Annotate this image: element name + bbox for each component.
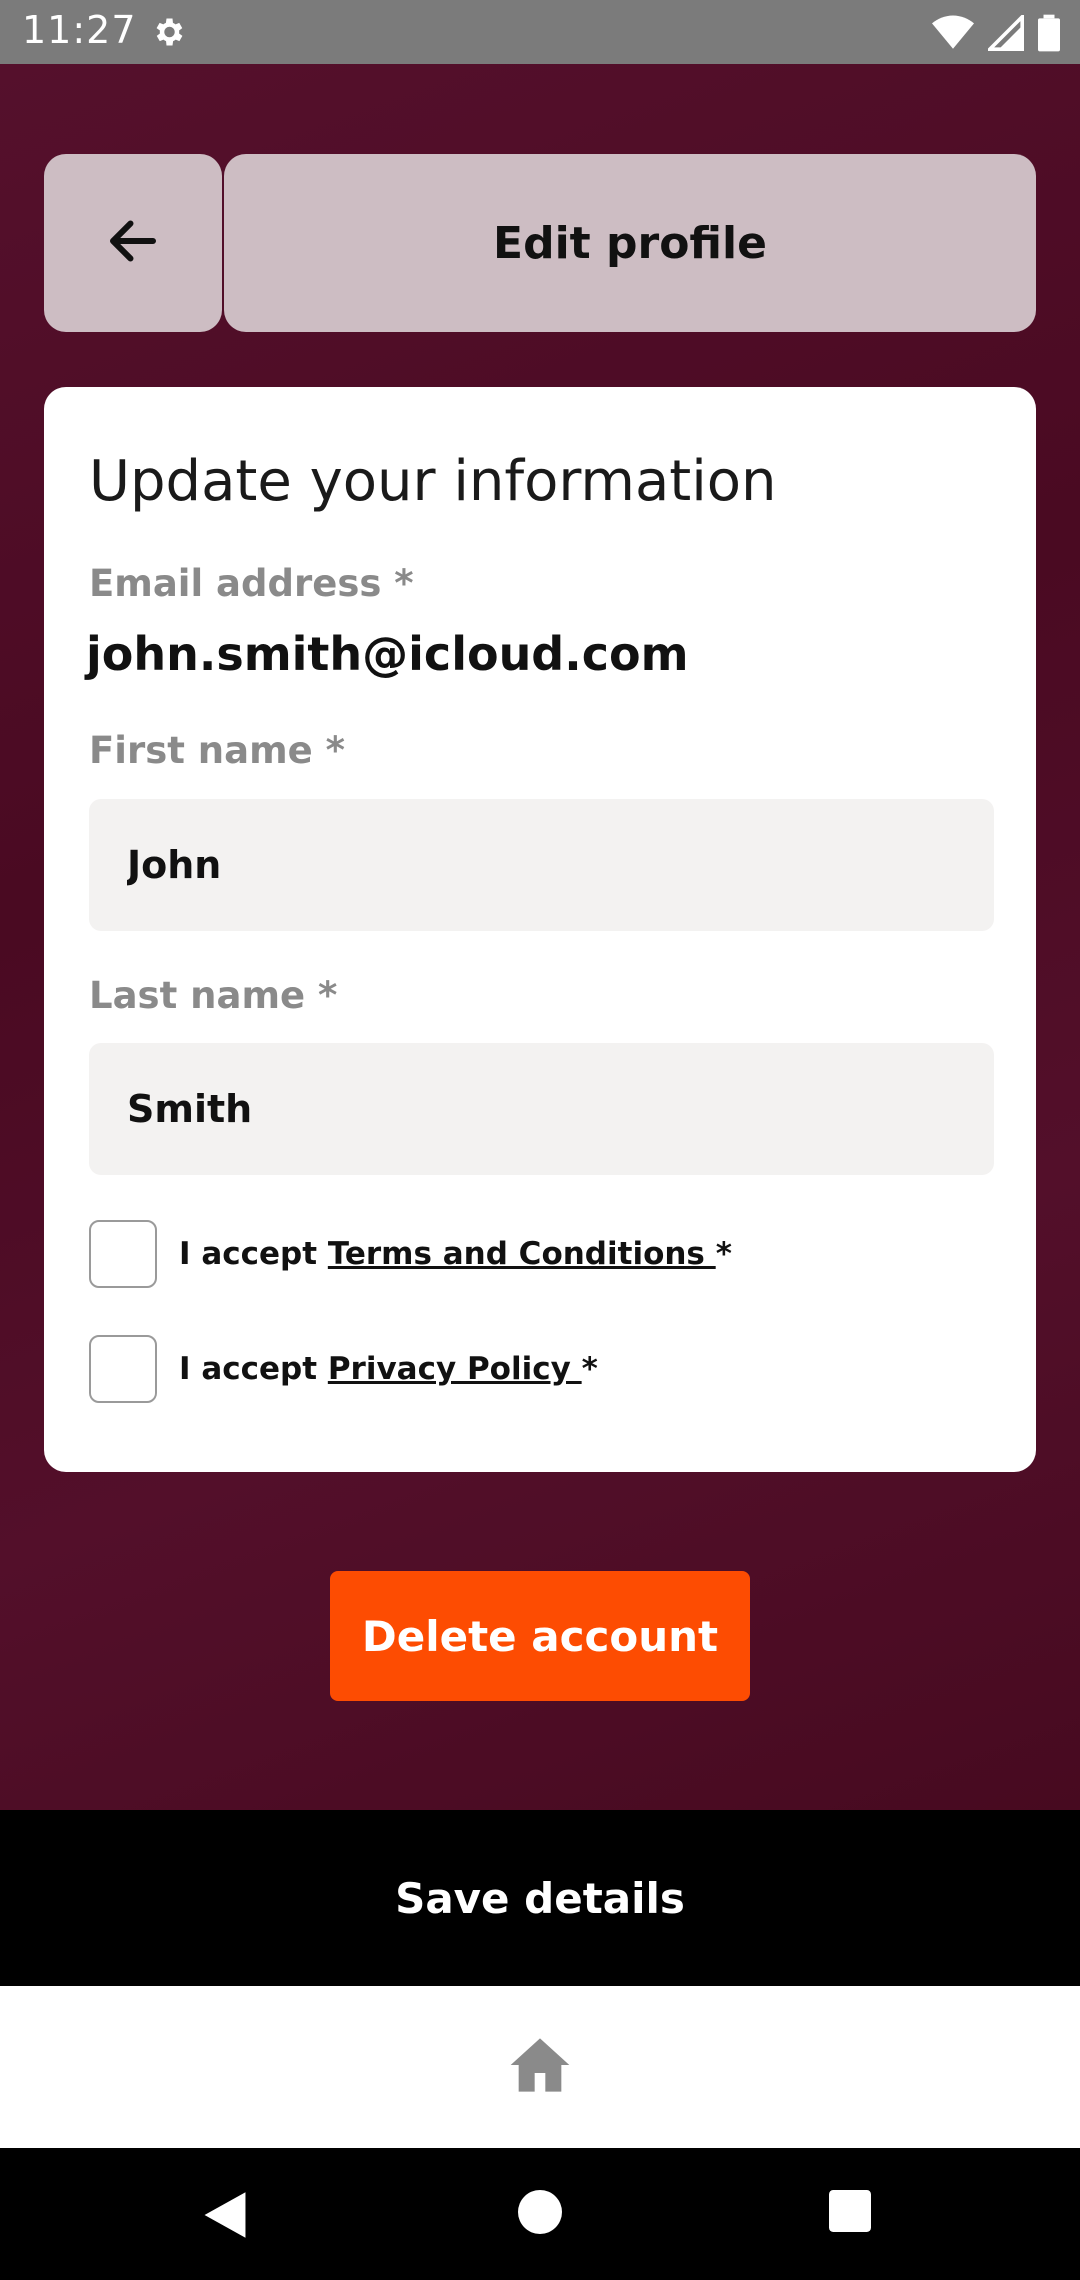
signal-icon — [985, 12, 1024, 55]
privacy-row: I accept Privacy Policy * — [89, 1335, 598, 1403]
status-bar: 11:27 — [0, 0, 1080, 64]
terms-label: I accept Terms and Conditions * — [179, 1236, 732, 1272]
terms-checkbox[interactable] — [89, 1220, 157, 1288]
back-button[interactable] — [44, 154, 222, 332]
nav-back-icon[interactable] — [202, 2190, 248, 2244]
email-value: john.smith@icloud.com — [86, 627, 689, 681]
nav-home-icon[interactable] — [518, 2190, 562, 2238]
page-title: Edit profile — [224, 154, 1036, 332]
privacy-link[interactable]: Privacy Policy — [328, 1351, 582, 1387]
email-label: Email address * — [89, 562, 414, 605]
first-name-input[interactable] — [89, 799, 994, 931]
battery-icon — [1038, 14, 1060, 56]
privacy-label: I accept Privacy Policy * — [179, 1351, 598, 1387]
first-name-label: First name * — [89, 729, 345, 772]
back-arrow-icon — [103, 211, 163, 275]
nav-recents-icon[interactable] — [829, 2190, 871, 2236]
system-nav-bar — [0, 2148, 1080, 2280]
terms-row: I accept Terms and Conditions * — [89, 1220, 732, 1288]
last-name-label: Last name * — [89, 974, 338, 1017]
status-time: 11:27 — [22, 8, 137, 52]
save-details-button[interactable]: Save details — [0, 1810, 1080, 1986]
delete-account-button[interactable]: Delete account — [330, 1571, 750, 1701]
terms-link[interactable]: Terms and Conditions — [328, 1236, 716, 1272]
bottom-nav — [0, 1986, 1080, 2148]
home-icon[interactable] — [508, 2035, 572, 2099]
last-name-input[interactable] — [89, 1043, 994, 1175]
profile-form-card: Update your information Email address * … — [44, 387, 1036, 1472]
form-heading: Update your information — [89, 449, 777, 514]
gear-icon — [150, 14, 186, 54]
privacy-checkbox[interactable] — [89, 1335, 157, 1403]
wifi-icon — [932, 15, 974, 55]
